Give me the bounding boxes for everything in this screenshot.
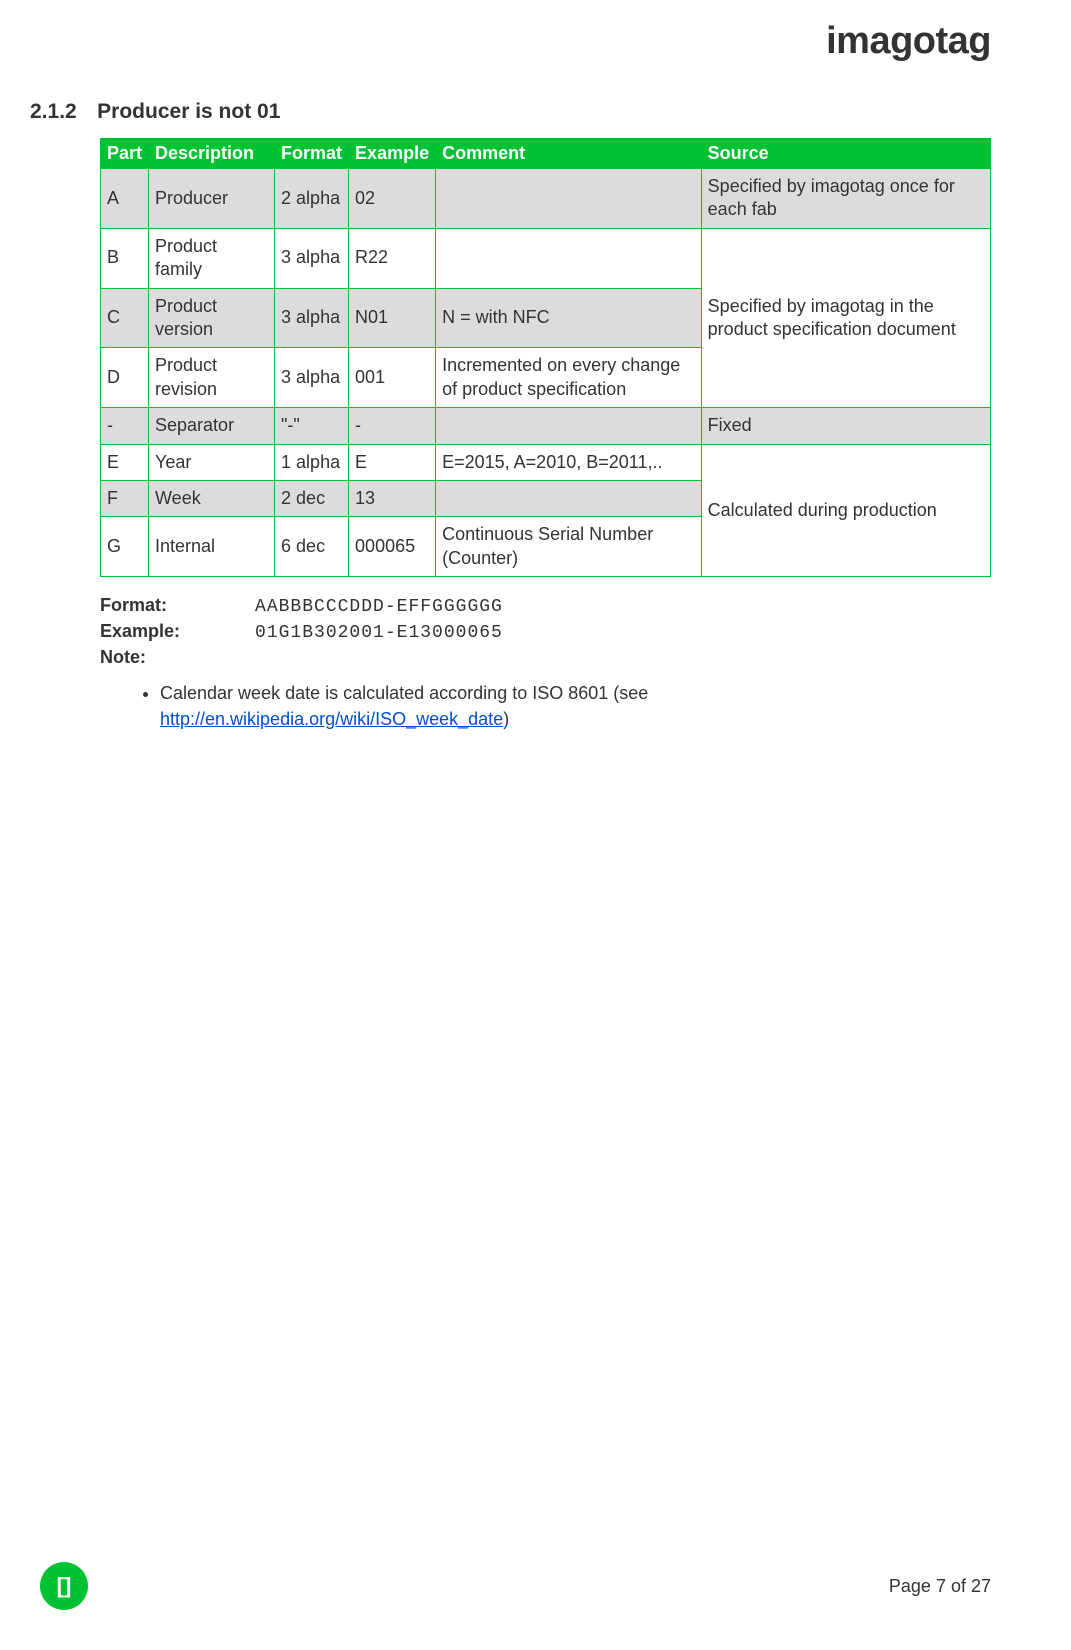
footer-badge-icon: [] xyxy=(40,1562,88,1610)
cell-desc: Product revision xyxy=(149,348,275,408)
section-heading: 2.1.2 Producer is not 01 xyxy=(30,100,991,124)
cell-fmt: 3 alpha xyxy=(275,348,349,408)
cell-fmt: 6 dec xyxy=(275,517,349,577)
cell-desc: Product family xyxy=(149,228,275,288)
footer: [] Page 7 of 27 xyxy=(0,1562,1071,1610)
note-link[interactable]: http://en.wikipedia.org/wiki/ISO_week_da… xyxy=(160,709,503,729)
note-text-suffix: ) xyxy=(503,709,509,729)
cell-ex: 000065 xyxy=(349,517,436,577)
parts-table: Part Description Format Example Comment … xyxy=(100,138,991,577)
cell-desc: Producer xyxy=(149,169,275,229)
cell-ex: 02 xyxy=(349,169,436,229)
note-list: Calendar week date is calculated accordi… xyxy=(160,680,860,732)
section-number: 2.1.2 xyxy=(30,100,77,124)
table-row: AProducer2 alpha02 Specified by imagotag … xyxy=(101,169,991,229)
cell-cmt xyxy=(436,169,702,229)
cell-part: D xyxy=(101,348,149,408)
cell-cmt xyxy=(436,228,702,288)
cell-ex: N01 xyxy=(349,288,436,348)
th-format: Format xyxy=(275,139,349,169)
example-value: 01G1B302001-E13000065 xyxy=(255,623,503,643)
example-label: Example: xyxy=(100,621,250,642)
th-description: Description xyxy=(149,139,275,169)
cell-cmt: N = with NFC xyxy=(436,288,702,348)
cell-part: E xyxy=(101,444,149,480)
cell-ex: R22 xyxy=(349,228,436,288)
cell-fmt: 2 alpha xyxy=(275,169,349,229)
cell-cmt: Incremented on every change of product s… xyxy=(436,348,702,408)
cell-cmt: Continuous Serial Number (Counter) xyxy=(436,517,702,577)
cell-part: G xyxy=(101,517,149,577)
table-row: EYear1 alphaEE=2015, A=2010, B=2011,..Ca… xyxy=(101,444,991,480)
cell-cmt: E=2015, A=2010, B=2011,.. xyxy=(436,444,702,480)
cell-part: - xyxy=(101,408,149,444)
note-label: Note: xyxy=(100,647,250,668)
cell-fmt: 3 alpha xyxy=(275,288,349,348)
cell-ex: 13 xyxy=(349,480,436,516)
section-title: Producer is not 01 xyxy=(97,100,280,124)
th-example: Example xyxy=(349,139,436,169)
cell-fmt: 3 alpha xyxy=(275,228,349,288)
cell-part: C xyxy=(101,288,149,348)
cell-desc: Week xyxy=(149,480,275,516)
cell-part: B xyxy=(101,228,149,288)
cell-source: Specified by imagotag in the product spe… xyxy=(701,228,990,407)
cell-ex: - xyxy=(349,408,436,444)
cell-desc: Year xyxy=(149,444,275,480)
cell-fmt: 2 dec xyxy=(275,480,349,516)
info-block: Format: AABBBCCCDDD-EFFGGGGGG Example: 0… xyxy=(100,595,991,668)
cell-cmt xyxy=(436,480,702,516)
brand-logo: imagotag xyxy=(826,20,991,63)
cell-ex: 001 xyxy=(349,348,436,408)
cell-source: Specified by imagotag once for each fab xyxy=(701,169,990,229)
cell-part: A xyxy=(101,169,149,229)
footer-page-number: Page 7 of 27 xyxy=(889,1576,991,1597)
table-row: -Separator"-"-Fixed xyxy=(101,408,991,444)
format-value: AABBBCCCDDD-EFFGGGGGG xyxy=(255,597,503,617)
note-item: Calendar week date is calculated accordi… xyxy=(160,680,860,732)
format-label: Format: xyxy=(100,595,250,616)
th-part: Part xyxy=(101,139,149,169)
cell-desc: Product version xyxy=(149,288,275,348)
cell-ex: E xyxy=(349,444,436,480)
cell-source: Calculated during production xyxy=(701,444,990,577)
cell-source: Fixed xyxy=(701,408,990,444)
cell-desc: Separator xyxy=(149,408,275,444)
cell-part: F xyxy=(101,480,149,516)
cell-fmt: 1 alpha xyxy=(275,444,349,480)
th-comment: Comment xyxy=(436,139,702,169)
cell-cmt xyxy=(436,408,702,444)
table-row: BProduct family3 alphaR22Specified by im… xyxy=(101,228,991,288)
cell-desc: Internal xyxy=(149,517,275,577)
note-text-prefix: Calendar week date is calculated accordi… xyxy=(160,683,648,703)
th-source: Source xyxy=(701,139,990,169)
cell-fmt: "-" xyxy=(275,408,349,444)
